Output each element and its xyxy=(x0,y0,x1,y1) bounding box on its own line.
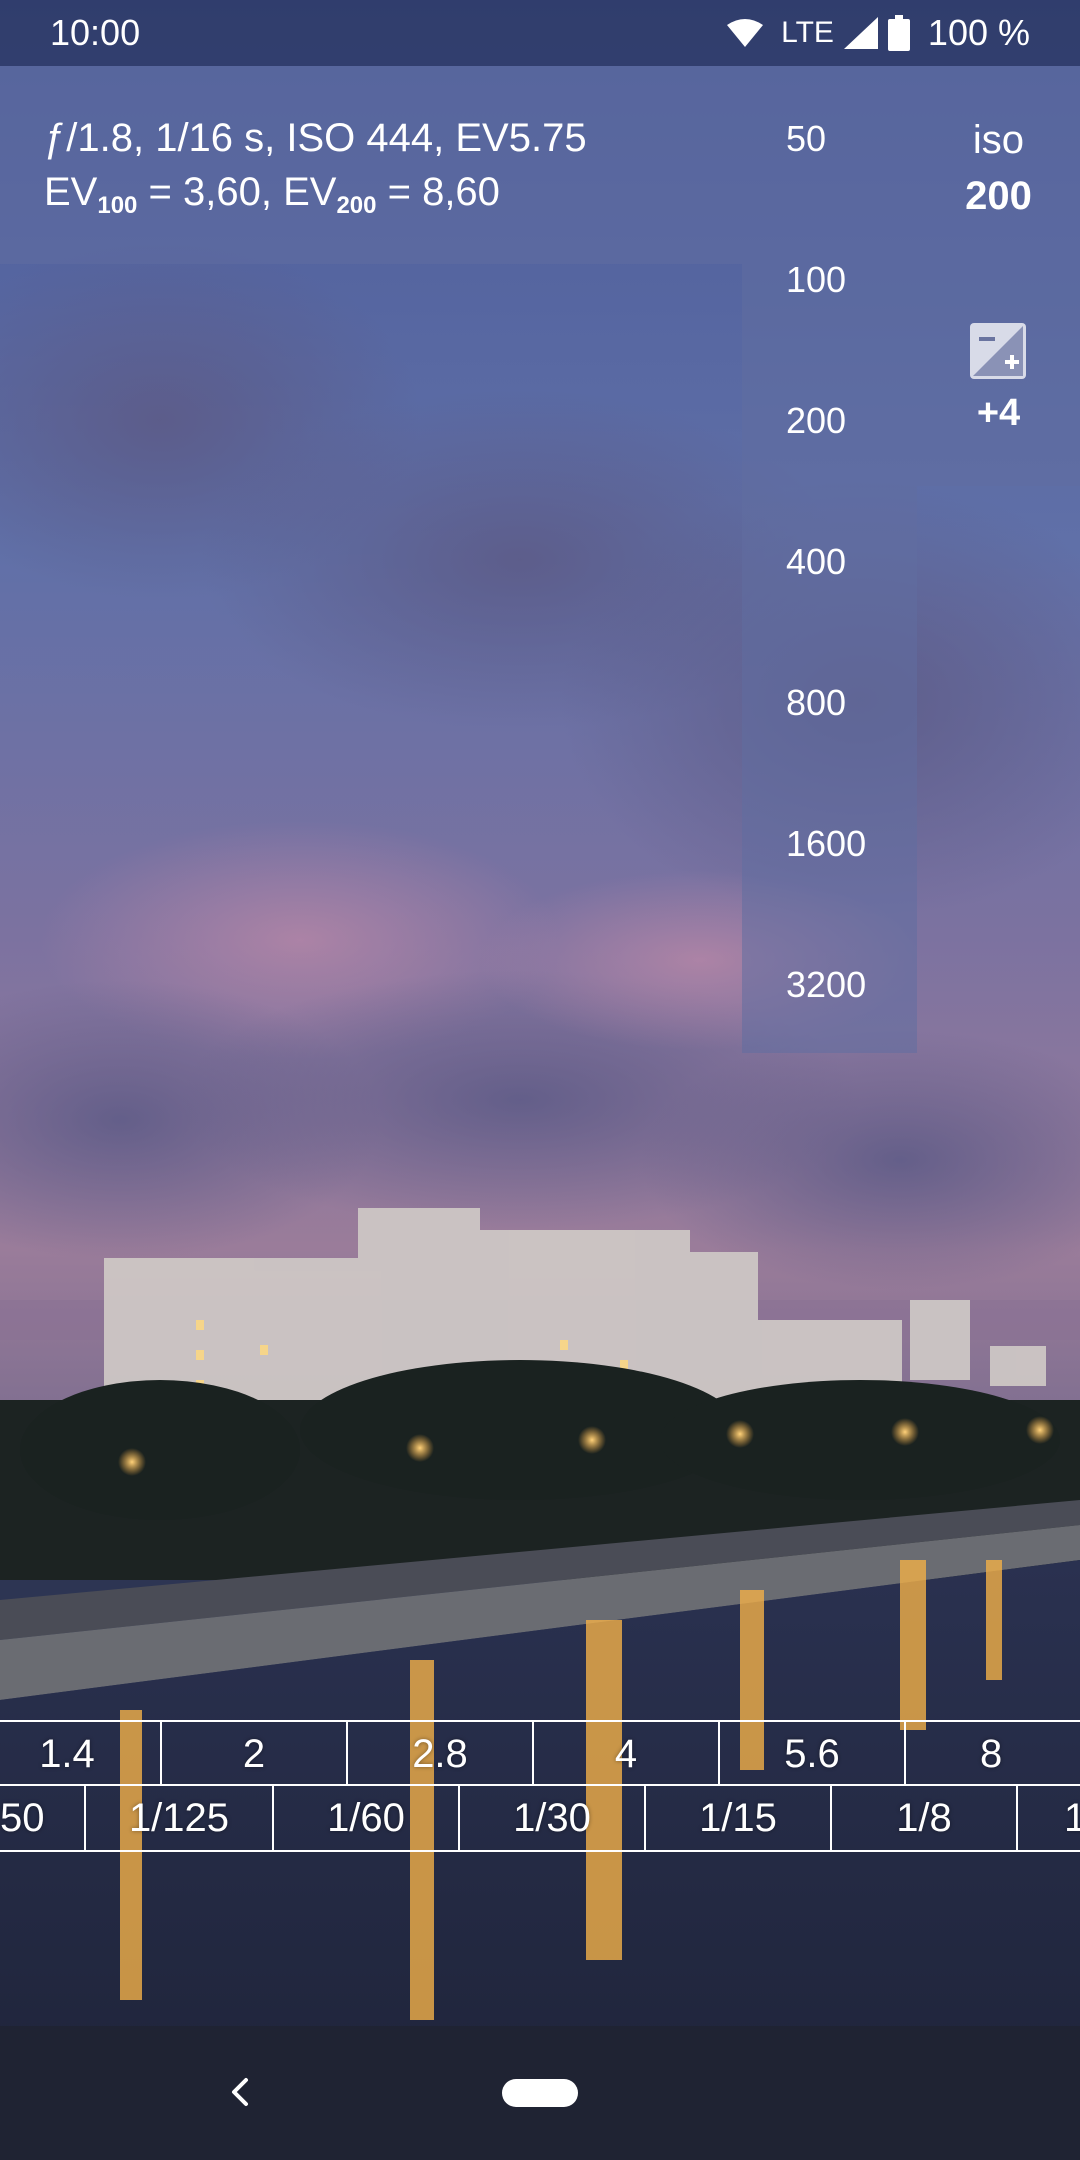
iso-option-400[interactable]: 400 xyxy=(786,541,846,583)
battery-icon xyxy=(887,15,910,51)
aperture-option[interactable]: 2 xyxy=(160,1722,346,1786)
aperture-option[interactable]: 8 xyxy=(904,1722,1080,1786)
shutter-option[interactable]: 1 xyxy=(1016,1786,1080,1850)
shutter-option[interactable]: 1/15 xyxy=(644,1786,830,1850)
ev100-subscript: 100 xyxy=(97,192,138,219)
exposure-readout: ƒ/1.8, 1/16 s, ISO 444, EV5.75 xyxy=(44,116,587,160)
home-pill-icon[interactable] xyxy=(502,2079,578,2107)
app-screen: 10:00 LTE 100 % ƒ/1.8, 1/16 s, ISO 444, … xyxy=(0,0,1080,2160)
exposure-compensation-value[interactable]: +4 xyxy=(917,392,1080,435)
iso-option-3200[interactable]: 3200 xyxy=(786,964,866,1006)
ev200-label: EV xyxy=(283,170,337,214)
shutter-option[interactable]: 1/125 xyxy=(84,1786,272,1850)
ev100-label: EV xyxy=(44,170,98,214)
iso-scale-picker[interactable]: 50 100 200 400 800 1600 3200 xyxy=(742,66,917,1053)
exposure-readout-panel: ƒ/1.8, 1/16 s, ISO 444, EV5.75 EV100 = 3… xyxy=(0,66,742,264)
aperture-option[interactable]: 1.4 xyxy=(0,1722,160,1786)
shutter-speed-scale[interactable]: 50 1/125 1/60 1/30 1/15 1/8 1 xyxy=(0,1784,1080,1852)
iso-value[interactable]: 200 xyxy=(917,174,1080,219)
iso-option-200[interactable]: 200 xyxy=(786,400,846,442)
iso-option-50[interactable]: 50 xyxy=(786,118,826,160)
shutter-option[interactable]: 1/60 xyxy=(272,1786,458,1850)
navigation-bar xyxy=(0,2026,1080,2160)
status-bar: 10:00 LTE 100 % xyxy=(0,0,1080,66)
iso-option-800[interactable]: 800 xyxy=(786,682,846,724)
ev200-value: = 8,60 xyxy=(376,170,500,214)
iso-option-100[interactable]: 100 xyxy=(786,259,846,301)
status-icons: LTE 100 % xyxy=(725,12,1030,54)
shutter-option[interactable]: 50 xyxy=(0,1786,84,1850)
shutter-option[interactable]: 1/8 xyxy=(830,1786,1016,1850)
ev200-subscript: 200 xyxy=(336,192,377,219)
aperture-scale[interactable]: 1.4 2 2.8 4 5.6 8 xyxy=(0,1720,1080,1786)
iso-label[interactable]: iso xyxy=(917,118,1080,163)
signal-icon xyxy=(843,17,878,49)
wifi-icon xyxy=(727,19,764,47)
aperture-option[interactable]: 2.8 xyxy=(346,1722,532,1786)
aperture-option[interactable]: 4 xyxy=(532,1722,718,1786)
iso-option-1600[interactable]: 1600 xyxy=(786,823,866,865)
status-time: 10:00 xyxy=(50,12,141,53)
network-type: LTE xyxy=(781,16,834,49)
exposure-compensation-icon[interactable] xyxy=(969,322,1027,380)
shutter-option[interactable]: 1/30 xyxy=(458,1786,644,1850)
ev-readout: EV100 = 3,60, EV200 = 8,60 xyxy=(44,170,500,220)
ev100-value: = 3,60, xyxy=(137,170,284,214)
aperture-option[interactable]: 5.6 xyxy=(718,1722,904,1786)
settings-panel: iso 200 +4 xyxy=(917,66,1080,486)
back-icon[interactable] xyxy=(210,2062,270,2122)
battery-percent: 100 % xyxy=(927,12,1030,53)
